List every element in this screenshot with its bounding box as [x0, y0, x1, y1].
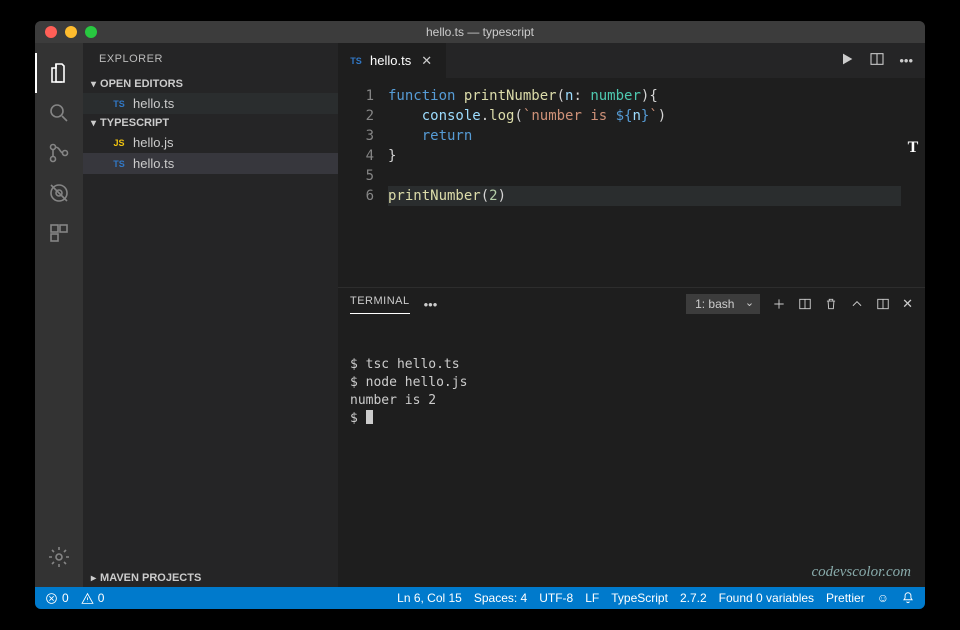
formatter[interactable]: Prettier: [826, 591, 865, 605]
window-controls: [35, 26, 97, 38]
close-window-button[interactable]: [45, 26, 57, 38]
minimize-window-button[interactable]: [65, 26, 77, 38]
chevron-down-icon: ▾: [91, 118, 96, 129]
maximize-window-button[interactable]: [85, 26, 97, 38]
tab-bar: TS hello.ts ✕ •••: [338, 43, 925, 78]
ts-file-icon: TS: [111, 159, 127, 169]
window-title: hello.ts — typescript: [35, 25, 925, 39]
panel-layout-icon[interactable]: [876, 297, 890, 311]
terminal-panel: TERMINAL ••• 1: bash ⌄ ✕: [338, 287, 925, 587]
more-actions-icon[interactable]: •••: [899, 53, 913, 68]
tab-label: hello.ts: [370, 53, 411, 68]
sidebar: EXPLORER ▾OPEN EDITORS TS hello.ts ▾TYPE…: [83, 43, 338, 587]
workspace-header[interactable]: ▾TYPESCRIPT: [83, 114, 338, 132]
cursor-position[interactable]: Ln 6, Col 15: [397, 591, 462, 605]
file-name: hello.js: [133, 135, 173, 150]
encoding[interactable]: UTF-8: [539, 591, 573, 605]
ts-file-icon: TS: [348, 56, 364, 66]
maven-projects-header[interactable]: ▸MAVEN PROJECTS: [83, 569, 338, 587]
terminal-output[interactable]: $ tsc hello.ts$ node hello.jsnumber is 2…: [338, 314, 925, 587]
problems-errors[interactable]: 0: [45, 591, 69, 605]
kill-terminal-icon[interactable]: [824, 297, 838, 311]
activity-bar: [35, 43, 83, 587]
new-terminal-icon[interactable]: [772, 297, 786, 311]
watermark: codevscolor.com: [811, 563, 911, 581]
panel-more-icon[interactable]: •••: [424, 297, 438, 312]
tab-hello-ts[interactable]: TS hello.ts ✕: [338, 43, 447, 78]
extensions-icon[interactable]: [35, 213, 83, 253]
titlebar: hello.ts — typescript: [35, 21, 925, 43]
file-item-hello-js[interactable]: JS hello.js: [83, 132, 338, 153]
language-mode[interactable]: TypeScript: [611, 591, 668, 605]
file-name: hello.ts: [133, 156, 174, 171]
code-area[interactable]: function printNumber(n: number){ console…: [388, 78, 901, 287]
open-editors-header[interactable]: ▾OPEN EDITORS: [83, 75, 338, 93]
explorer-icon[interactable]: [35, 53, 83, 93]
open-editor-item[interactable]: TS hello.ts: [83, 93, 338, 114]
problems-warnings[interactable]: 0: [81, 591, 105, 605]
chevron-right-icon: ▸: [91, 573, 96, 584]
close-tab-icon[interactable]: ✕: [417, 53, 436, 69]
terminal-tab[interactable]: TERMINAL: [350, 295, 410, 314]
notifications-bell-icon[interactable]: [901, 591, 915, 605]
status-bar: 0 0 Ln 6, Col 15 Spaces: 4 UTF-8 LF Type…: [35, 587, 925, 609]
eol[interactable]: LF: [585, 591, 599, 605]
editor-side-marker: T: [901, 78, 925, 287]
indentation[interactable]: Spaces: 4: [474, 591, 527, 605]
ts-file-icon: TS: [111, 99, 127, 109]
maximize-panel-icon[interactable]: [850, 297, 864, 311]
file-name: hello.ts: [133, 96, 174, 111]
ts-version[interactable]: 2.7.2: [680, 591, 707, 605]
chevron-down-icon: ▾: [91, 79, 96, 90]
code-editor[interactable]: 123456 function printNumber(n: number){ …: [338, 78, 925, 287]
feedback-icon[interactable]: ☺: [877, 591, 889, 605]
debug-icon[interactable]: [35, 173, 83, 213]
variables-found[interactable]: Found 0 variables: [719, 591, 814, 605]
settings-gear-icon[interactable]: [35, 537, 83, 577]
run-icon[interactable]: [839, 51, 855, 70]
editor-actions: •••: [839, 43, 925, 78]
source-control-icon[interactable]: [35, 133, 83, 173]
terminal-select[interactable]: 1: bash: [686, 294, 760, 314]
sidebar-title: EXPLORER: [83, 43, 338, 75]
file-item-hello-ts[interactable]: TS hello.ts: [83, 153, 338, 174]
split-editor-icon[interactable]: [869, 51, 885, 70]
line-gutter: 123456: [338, 78, 388, 287]
split-terminal-icon[interactable]: [798, 297, 812, 311]
js-file-icon: JS: [111, 138, 127, 148]
editor-group: TS hello.ts ✕ ••• 123456 function printN…: [338, 43, 925, 587]
close-panel-icon[interactable]: ✕: [902, 296, 913, 312]
vscode-window: hello.ts — typescript EXPLORER ▾OPEN EDI…: [35, 21, 925, 609]
search-icon[interactable]: [35, 93, 83, 133]
